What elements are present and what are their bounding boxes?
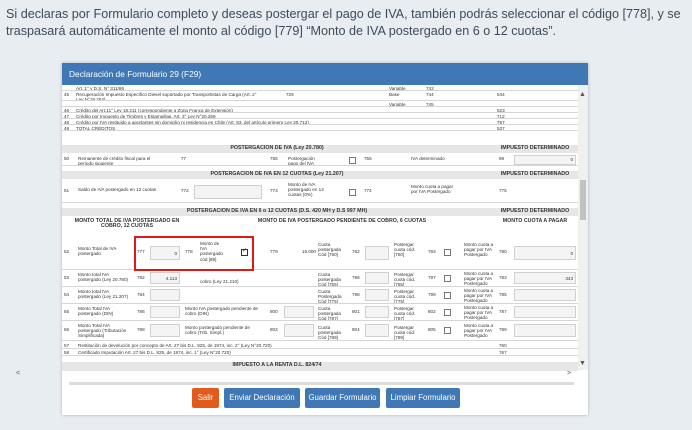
postergacion-checkbox[interactable] bbox=[349, 157, 356, 164]
scroll-left-icon[interactable]: < bbox=[16, 370, 20, 377]
trib-simpl-803-field[interactable] bbox=[284, 324, 314, 337]
postergar-797-checkbox[interactable] bbox=[444, 275, 451, 282]
horizontal-scrollbar[interactable] bbox=[69, 382, 574, 385]
guardar-formulario-button[interactable]: Guardar Formulario bbox=[305, 388, 380, 408]
postergar-802-checkbox[interactable] bbox=[444, 309, 451, 316]
intro-paragraph: Si declaras por Formulario completo y de… bbox=[6, 7, 681, 38]
postergar-793-checkbox[interactable] bbox=[444, 249, 451, 256]
cuota-postergada-796-field[interactable] bbox=[365, 272, 389, 284]
monto-cuota-785-field[interactable] bbox=[514, 289, 576, 301]
monto-total-784-field[interactable] bbox=[150, 289, 180, 301]
iva-determinado-field[interactable]: 0 bbox=[514, 155, 576, 165]
section-header-ley-20780: POSTERGACIÓN DE IVA (Ley 20.780) IMPUEST… bbox=[62, 145, 578, 153]
enviar-declaracion-button[interactable]: Enviar Declaración bbox=[224, 388, 300, 408]
cuota-postergada-804-field[interactable] bbox=[365, 324, 389, 337]
monto-cuota-780-field[interactable]: 0 bbox=[514, 246, 576, 260]
table-row: 57 Restitución de devolución por concept… bbox=[62, 342, 578, 349]
salir-button[interactable]: Salir bbox=[192, 388, 219, 408]
limpiar-formulario-button[interactable]: Limpiar Formulario bbox=[386, 388, 460, 408]
monto-total-788-field[interactable] bbox=[150, 324, 180, 337]
scroll-right-icon[interactable]: > bbox=[567, 370, 571, 377]
table-row: 50 Remanente de crédito fiscal para el p… bbox=[62, 155, 578, 166]
dialog-title: Declaración de Formulario 29 (F29) bbox=[62, 63, 588, 85]
scroll-up-icon[interactable]: ▲ bbox=[579, 91, 586, 99]
iva-din-800-field[interactable] bbox=[284, 306, 314, 318]
scroll-down-icon[interactable]: ▼ bbox=[579, 360, 586, 368]
section-header-6-12-cuotas: POSTERGACIÓN DE IVA EN 6 o 12 CUOTAS (D.… bbox=[62, 208, 578, 216]
table-row: 54 Monto total IVA postergado (Ley 21.20… bbox=[62, 287, 578, 304]
table-row: 58 Certificado Imputación Art. 27 bis D.… bbox=[62, 349, 578, 356]
cuota-postergada-798-field[interactable] bbox=[365, 289, 389, 301]
section-header-renta: IMPUESTO A LA RENTA D.L. 824/74 bbox=[62, 362, 578, 371]
cuota-postergada-801-field[interactable] bbox=[365, 306, 389, 318]
monto-total-786-field[interactable] bbox=[150, 306, 180, 318]
table-row: 45 Recuperación Impuesto Específico Dies… bbox=[62, 91, 578, 101]
postergar-799-checkbox[interactable] bbox=[444, 292, 451, 299]
monto-cuota-789-field[interactable] bbox=[514, 324, 576, 337]
monto-cuota-787-field[interactable] bbox=[514, 306, 576, 318]
subheader-row: MONTO TOTAL DE IVA POSTERGADO EN COBRO, … bbox=[62, 218, 578, 232]
vertical-scrollbar[interactable]: ▲ ▼ bbox=[578, 85, 588, 370]
table-row: 51 Saldo de IVA postergado en 12 cuotas … bbox=[62, 181, 578, 203]
table-row: 55 Monto Total IVA postergado (DIN) 786 … bbox=[62, 304, 578, 321]
postergar-805-checkbox[interactable] bbox=[444, 327, 451, 334]
cuota-postergada-762-field[interactable] bbox=[365, 246, 389, 260]
saldo-iva-12-field[interactable] bbox=[194, 185, 262, 199]
scroll-thumb[interactable] bbox=[580, 180, 586, 220]
table-row: 56 Monto Total IVA postergado (Tributaci… bbox=[62, 321, 578, 341]
table-row: 49 TOTAL CRÉDITOS 537 bbox=[62, 125, 578, 131]
section-header-ley-21207: POSTERGACIÓN DE IVA EN 12 CUOTAS (Ley 21… bbox=[62, 171, 578, 179]
highlight-box bbox=[134, 236, 254, 271]
postergar-12-checkbox[interactable] bbox=[349, 189, 356, 196]
monto-cuota-783-field[interactable]: 343 bbox=[514, 272, 576, 284]
monto-total-782-field[interactable]: 4.113 bbox=[150, 272, 180, 284]
table-row: 53 Monto total IVA postergado (Ley 20.78… bbox=[62, 270, 578, 287]
